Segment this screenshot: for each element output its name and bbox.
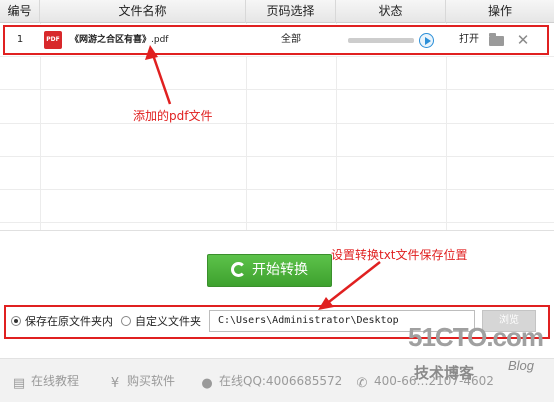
start-conversion-button[interactable]: 开始转换	[207, 254, 332, 287]
app-window: 编号 文件名称 页码选择 状态 操作 1 PDF 《网游之合区有喜》.pdf 全…	[0, 0, 554, 402]
column-header-number[interactable]: 编号	[0, 0, 40, 23]
phone-icon: ✆	[356, 376, 368, 391]
annotation-added-pdf: 添加的pdf文件	[133, 109, 213, 123]
qq-icon: ●	[201, 376, 213, 391]
grid-line	[0, 89, 554, 90]
footer-qq-label: 在线QQ:4006685572	[219, 374, 343, 388]
watermark-blog: Blog	[508, 358, 535, 373]
document-icon: ▤	[12, 376, 26, 391]
save-custom-folder-label[interactable]: 自定义文件夹	[135, 313, 201, 329]
annotation-save-location: 设置转换txt文件保存位置	[331, 248, 468, 262]
column-header-filename[interactable]: 文件名称	[40, 0, 246, 23]
footer-buy-label: 购买软件	[127, 374, 176, 388]
grid-line	[0, 156, 554, 157]
save-custom-folder-radio[interactable]	[121, 316, 131, 326]
column-header-pages[interactable]: 页码选择	[246, 0, 336, 23]
watermark-subtitle: 技术博客	[414, 365, 475, 382]
grid-line	[0, 189, 554, 190]
save-original-folder-label[interactable]: 保存在原文件夹内	[25, 313, 113, 329]
start-conversion-label: 开始转换	[252, 262, 308, 278]
grid-line	[0, 123, 554, 124]
grid-line	[0, 56, 554, 57]
watermark-logo: 51CTO.com	[408, 322, 544, 352]
annotation-highlight-row	[3, 25, 549, 55]
footer-tutorial-label: 在线教程	[31, 374, 80, 388]
save-original-folder-radio[interactable]	[11, 316, 21, 326]
column-header-actions[interactable]: 操作	[446, 0, 554, 23]
footer-qq-link[interactable]: ● 在线QQ:4006685572	[200, 372, 343, 391]
yen-icon: ¥	[110, 376, 120, 391]
footer-buy-link[interactable]: ¥ 购买软件	[108, 372, 176, 391]
grid-line	[0, 222, 554, 223]
footer-tutorial-link[interactable]: ▤ 在线教程	[12, 372, 80, 391]
column-header-status[interactable]: 状态	[336, 0, 446, 23]
refresh-icon	[231, 262, 246, 277]
table-header: 编号 文件名称 页码选择 状态 操作	[0, 0, 554, 23]
